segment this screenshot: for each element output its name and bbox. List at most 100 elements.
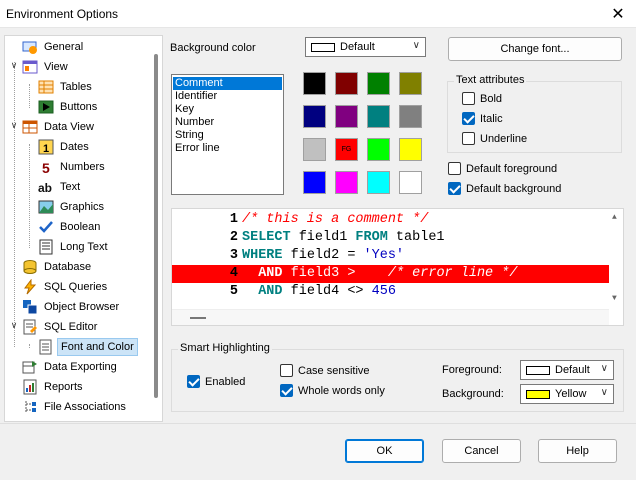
background-combo[interactable]: Yellow ∨ — [520, 384, 614, 404]
code-token: FROM — [355, 230, 388, 245]
line-number: 4 — [229, 266, 238, 281]
color-swatch[interactable] — [303, 138, 326, 161]
scroll-up-icon[interactable]: ▲ — [612, 213, 617, 222]
code-line: 3 WHERE field2 = 'Yes' — [172, 247, 609, 265]
code-text: WHERE field2 = 'Yes' — [242, 247, 404, 265]
underline-checkbox-box[interactable] — [462, 132, 475, 145]
close-icon[interactable]: ✕ — [608, 4, 628, 24]
list-item-string[interactable]: String — [173, 129, 282, 142]
ok-button[interactable]: OK — [345, 439, 424, 463]
code-token: table1 — [387, 230, 445, 245]
graphics-icon — [38, 199, 54, 215]
code-line: 2 SELECT field1 FROM table1 — [172, 229, 609, 247]
line-number: 5 — [229, 284, 238, 299]
general-icon — [22, 39, 38, 55]
list-item-error-line[interactable]: Error line — [173, 142, 282, 155]
color-swatch[interactable] — [303, 105, 326, 128]
svg-text:ab: ab — [38, 181, 52, 195]
color-swatch[interactable] — [367, 105, 390, 128]
color-swatch[interactable] — [335, 171, 358, 194]
smart-highlighting-title: Smart Highlighting — [178, 342, 272, 354]
chevron-down-icon: ∨ — [412, 40, 420, 51]
text-attributes-title: Text attributes — [454, 74, 527, 86]
scroll-down-icon[interactable]: ▼ — [612, 294, 617, 303]
whole-words-checkbox-box[interactable] — [280, 384, 293, 397]
data-view-icon — [22, 119, 38, 135]
list-item-number[interactable]: Number — [173, 116, 282, 129]
data-exporting-icon — [22, 359, 38, 375]
background-swatch — [526, 390, 550, 399]
italic-checkbox-box[interactable] — [462, 112, 475, 125]
tree-guide-line — [29, 144, 30, 248]
tree-scrollbar-thumb[interactable] — [154, 54, 158, 398]
sql-editor-icon — [22, 319, 38, 335]
numbers-icon: 5 — [38, 159, 54, 176]
help-button[interactable]: Help — [538, 439, 617, 463]
lightning-icon — [22, 278, 38, 295]
color-palette: FG — [303, 72, 428, 196]
font-color-icon — [38, 339, 54, 355]
background-color-swatch — [311, 43, 335, 52]
preview-horizontal-scrollbar[interactable] — [172, 309, 609, 325]
options-tree[interactable]: ∨ ∨ ∨ General View Tables Buttons Data V… — [4, 35, 163, 422]
reports-icon — [22, 379, 38, 395]
default-foreground-checkbox-box[interactable] — [448, 162, 461, 175]
default-background-checkbox-box[interactable] — [448, 182, 461, 195]
cancel-button[interactable]: Cancel — [442, 439, 521, 463]
enabled-checkbox-box[interactable] — [187, 375, 200, 388]
color-swatch[interactable] — [367, 171, 390, 194]
preview-horizontal-scrollbar-thumb[interactable] — [190, 317, 206, 319]
window-title: Environment Options — [6, 7, 119, 21]
code-line-error: 4 AND field3 > /* error line */ — [172, 265, 609, 283]
expander-view[interactable]: ∨ — [9, 60, 19, 71]
code-text: SELECT field1 FROM table1 — [242, 229, 445, 247]
text-icon: ab — [38, 179, 54, 195]
syntax-elements-list[interactable]: Comment Identifier Key Number String Err… — [171, 74, 284, 195]
svg-text:5: 5 — [42, 160, 50, 175]
color-swatch[interactable] — [303, 171, 326, 194]
background-color-combo[interactable]: Default ∨ — [305, 37, 426, 57]
color-swatch[interactable] — [335, 72, 358, 95]
code-token: field4 <> — [282, 284, 372, 299]
color-swatch[interactable] — [367, 138, 390, 161]
code-token: WHERE — [242, 248, 283, 263]
database-icon — [22, 259, 38, 275]
line-number: 3 — [229, 248, 238, 263]
buttons-icon — [38, 99, 54, 115]
list-item-key[interactable]: Key — [173, 103, 282, 116]
bold-checkbox-box[interactable] — [462, 92, 475, 105]
list-item-comment[interactable]: Comment — [173, 77, 282, 90]
code-token: /* error line */ — [387, 266, 518, 281]
foreground-label: Foreground: — [442, 364, 502, 376]
file-associations-icon — [22, 399, 38, 415]
list-item-identifier[interactable]: Identifier — [173, 90, 282, 103]
color-swatch[interactable] — [399, 171, 422, 194]
foreground-combo[interactable]: Default ∨ — [520, 360, 614, 380]
expander-sql-editor[interactable]: ∨ — [9, 320, 19, 331]
color-swatch[interactable] — [399, 105, 422, 128]
color-swatch[interactable] — [367, 72, 390, 95]
chevron-down-icon: ∨ — [600, 387, 608, 398]
color-swatch[interactable]: FG — [335, 138, 358, 161]
color-swatch[interactable] — [399, 138, 422, 161]
code-text: AND field3 > /* error line */ — [242, 265, 517, 283]
code-token: /* this is a comment */ — [242, 212, 429, 227]
case-sensitive-checkbox-box[interactable] — [280, 364, 293, 377]
chevron-down-icon: ∨ — [600, 363, 608, 374]
preview-vertical-scrollbar[interactable]: ▲ ▼ — [607, 209, 623, 309]
color-swatch[interactable] — [335, 105, 358, 128]
change-font-button[interactable]: Change font... — [448, 37, 622, 61]
object-browser-icon — [22, 299, 38, 315]
code-token: field3 > — [282, 266, 388, 281]
tables-icon — [38, 79, 54, 95]
line-number: 1 — [229, 212, 238, 227]
code-preview[interactable]: ▲ ▼ 1 /* this is a comment */ 2 SELECT fiel… — [171, 208, 624, 326]
tree-guide-line — [14, 62, 15, 347]
view-icon — [22, 59, 38, 75]
color-swatch[interactable] — [303, 72, 326, 95]
tree-scrollbar[interactable] — [150, 36, 162, 421]
long-text-icon — [38, 239, 54, 255]
expander-data-view[interactable]: ∨ — [9, 120, 19, 131]
color-swatch[interactable] — [399, 72, 422, 95]
code-token: 456 — [371, 284, 396, 299]
